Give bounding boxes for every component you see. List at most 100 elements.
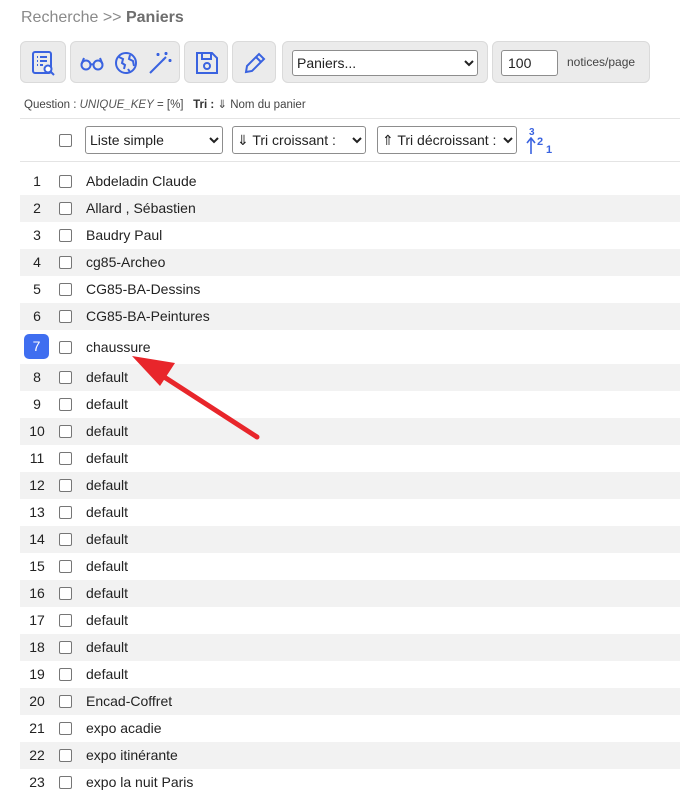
row-label[interactable]: expo la nuit Paris — [86, 769, 193, 796]
row-label[interactable]: CG85-BA-Peintures — [86, 303, 210, 330]
select-all-checkbox[interactable] — [59, 134, 72, 147]
row-label[interactable]: chaussure — [86, 334, 151, 361]
sort-ascending-select[interactable]: ⇓ Tri croissant : — [232, 126, 366, 154]
globe-button[interactable] — [111, 48, 141, 78]
divider — [20, 161, 680, 162]
row-checkbox[interactable] — [59, 202, 72, 215]
row-checkbox[interactable] — [59, 506, 72, 519]
per-page-input[interactable] — [501, 50, 558, 76]
sort-label: Tri : — [193, 99, 215, 111]
list-row[interactable]: 14 default — [20, 526, 680, 553]
row-checkbox[interactable] — [59, 749, 72, 762]
sort-numeric-button[interactable]: 3 2 1 — [526, 127, 554, 157]
row-label[interactable]: default — [86, 526, 128, 553]
list-row[interactable]: 19 default — [20, 661, 680, 688]
row-number: 16 — [29, 585, 45, 601]
row-number: 4 — [33, 254, 41, 270]
row-checkbox[interactable] — [59, 641, 72, 654]
row-checkbox[interactable] — [59, 614, 72, 627]
toolbar-group-list — [20, 41, 66, 83]
row-label[interactable]: default — [86, 553, 128, 580]
magic-wand-button[interactable] — [145, 48, 175, 78]
row-label[interactable]: default — [86, 634, 128, 661]
row-checkbox[interactable] — [59, 310, 72, 323]
row-checkbox[interactable] — [59, 695, 72, 708]
list-row[interactable]: 21 expo acadie — [20, 715, 680, 742]
sort-numeric-icon: 3 2 1 — [526, 127, 554, 157]
row-checkbox[interactable] — [59, 587, 72, 600]
list-search-button[interactable] — [28, 48, 58, 78]
row-label[interactable]: Baudry Paul — [86, 222, 162, 249]
row-label[interactable]: Encad-Coffret — [86, 688, 172, 715]
list-row[interactable]: 22 expo itinérante — [20, 742, 680, 769]
breadcrumb-root[interactable]: Recherche — [21, 9, 98, 26]
row-number: 21 — [29, 720, 45, 736]
row-checkbox[interactable] — [59, 341, 72, 354]
list-row[interactable]: 9 default — [20, 391, 680, 418]
list-row[interactable]: 3 Baudry Paul — [20, 222, 680, 249]
row-label[interactable]: expo itinérante — [86, 742, 178, 769]
row-checkbox[interactable] — [59, 283, 72, 296]
row-label[interactable]: default — [86, 418, 128, 445]
row-checkbox[interactable] — [59, 722, 72, 735]
list-row[interactable]: 18 default — [20, 634, 680, 661]
row-checkbox[interactable] — [59, 668, 72, 681]
row-label[interactable]: default — [86, 661, 128, 688]
list-row[interactable]: 17 default — [20, 607, 680, 634]
list-row[interactable]: 2 Allard , Sébastien — [20, 195, 680, 222]
row-checkbox[interactable] — [59, 425, 72, 438]
list-row[interactable]: 6 CG85-BA-Peintures — [20, 303, 680, 330]
display-mode-select[interactable]: Liste simple — [85, 126, 223, 154]
row-label[interactable]: expo acadie — [86, 715, 162, 742]
row-label[interactable]: default — [86, 391, 128, 418]
sort-descending-select[interactable]: ⇑ Tri décroissant : — [377, 126, 517, 154]
save-button[interactable] — [192, 48, 222, 78]
question-rest: = [%] — [156, 99, 184, 111]
row-checkbox[interactable] — [59, 560, 72, 573]
list-row[interactable]: 23 expo la nuit Paris — [20, 769, 680, 796]
list-row[interactable]: 12 default — [20, 472, 680, 499]
row-checkbox[interactable] — [59, 175, 72, 188]
row-checkbox[interactable] — [59, 533, 72, 546]
row-number: 18 — [29, 639, 45, 655]
row-label[interactable]: default — [86, 445, 128, 472]
row-number: 10 — [29, 423, 45, 439]
list-search-icon — [32, 51, 55, 76]
row-checkbox[interactable] — [59, 371, 72, 384]
list-row[interactable]: 4 cg85-Archeo — [20, 249, 680, 276]
row-label[interactable]: Allard , Sébastien — [86, 195, 196, 222]
list-row[interactable]: 13 default — [20, 499, 680, 526]
row-label[interactable]: cg85-Archeo — [86, 249, 165, 276]
list-row[interactable]: 7 chaussure — [20, 330, 680, 364]
row-label[interactable]: default — [86, 607, 128, 634]
list-row[interactable]: 1 Abdeladin Claude — [20, 168, 680, 195]
list-row[interactable]: 16 default — [20, 580, 680, 607]
basket-select[interactable]: Paniers... — [292, 50, 478, 76]
list-row[interactable]: 8 default — [20, 364, 680, 391]
row-checkbox[interactable] — [59, 256, 72, 269]
list-row[interactable]: 5 CG85-BA-Dessins — [20, 276, 680, 303]
list-row[interactable]: 15 default — [20, 553, 680, 580]
row-checkbox[interactable] — [59, 776, 72, 789]
row-checkbox[interactable] — [59, 479, 72, 492]
sort-value: ⇓ Nom du panier — [217, 99, 306, 111]
list-row[interactable]: 20 Encad-Coffret — [20, 688, 680, 715]
row-label[interactable]: default — [86, 472, 128, 499]
row-label[interactable]: default — [86, 580, 128, 607]
save-icon — [196, 52, 218, 74]
sort-icon-digit: 1 — [546, 144, 553, 156]
toolbar-group-save — [184, 41, 228, 83]
row-label[interactable]: Abdeladin Claude — [86, 168, 197, 195]
row-number: 23 — [29, 774, 45, 790]
glasses-button[interactable] — [77, 48, 107, 78]
row-label[interactable]: default — [86, 364, 128, 391]
row-checkbox[interactable] — [59, 229, 72, 242]
list-row[interactable]: 10 default — [20, 418, 680, 445]
row-number: 14 — [29, 531, 45, 547]
edit-button[interactable] — [240, 48, 270, 78]
row-checkbox[interactable] — [59, 452, 72, 465]
row-label[interactable]: CG85-BA-Dessins — [86, 276, 200, 303]
list-row[interactable]: 11 default — [20, 445, 680, 472]
row-label[interactable]: default — [86, 499, 128, 526]
row-checkbox[interactable] — [59, 398, 72, 411]
